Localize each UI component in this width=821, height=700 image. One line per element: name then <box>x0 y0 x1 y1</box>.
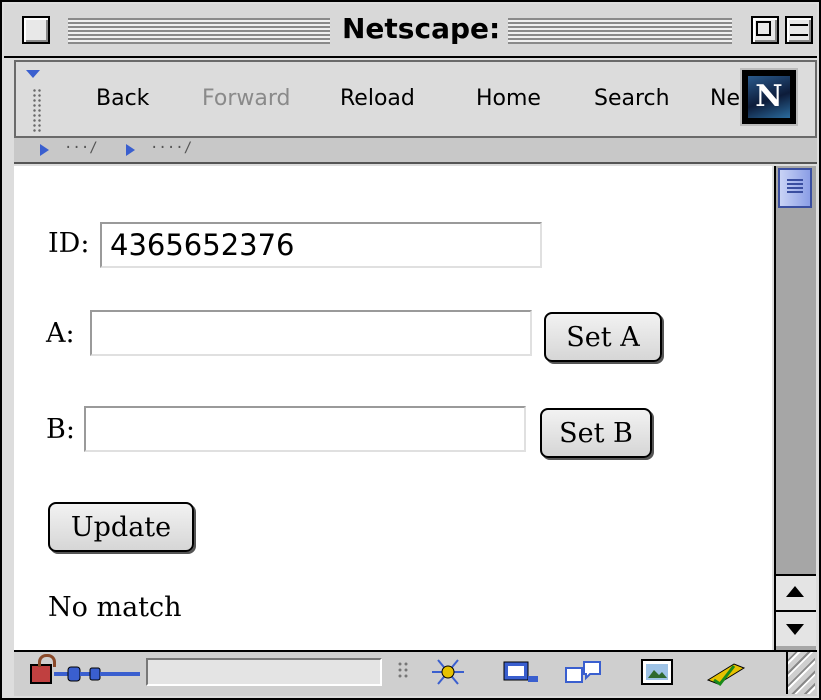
netscape-logo[interactable]: N <box>742 70 796 124</box>
reload-button[interactable]: Reload <box>340 86 415 111</box>
personal-toolbar-tabs: ···/ ····/ <box>14 138 817 164</box>
home-button[interactable]: Home <box>476 86 541 111</box>
netscape-logo-letter: N <box>748 76 790 118</box>
window-title: Netscape: <box>334 12 509 45</box>
composer-icon[interactable] <box>636 658 680 686</box>
title-bar[interactable]: Netscape: <box>4 4 817 58</box>
address-book-icon[interactable] <box>704 658 752 686</box>
grip-icon[interactable] <box>392 658 424 686</box>
title-stripes-left <box>68 18 330 44</box>
a-label: A: <box>46 318 75 349</box>
close-box[interactable] <box>22 16 50 44</box>
title-stripes-right <box>502 18 732 44</box>
set-b-button[interactable]: Set B <box>540 408 652 458</box>
collapse-arrow-icon[interactable] <box>26 70 40 78</box>
a-field[interactable] <box>90 310 532 356</box>
tab-dots-1[interactable]: ···/ <box>64 140 98 156</box>
mail-icon[interactable] <box>498 658 542 686</box>
back-button[interactable]: Back <box>96 86 149 111</box>
navigator-icon[interactable] <box>428 658 472 686</box>
search-button[interactable]: Search <box>594 86 670 111</box>
expand-arrow-icon[interactable] <box>126 144 135 156</box>
zoom-box[interactable] <box>751 16 779 44</box>
progress-field <box>146 658 382 686</box>
netscape-button[interactable]: Ne <box>710 86 740 111</box>
collapse-box[interactable] <box>785 16 813 44</box>
id-field[interactable] <box>100 222 542 268</box>
toolbar-grip[interactable] <box>32 88 42 134</box>
vertical-scrollbar[interactable] <box>774 166 816 650</box>
scroll-up-arrow[interactable] <box>776 574 816 610</box>
plug-icon[interactable] <box>54 666 154 682</box>
b-label: B: <box>46 414 75 445</box>
forward-button[interactable]: Forward <box>202 86 290 111</box>
lock-icon[interactable] <box>30 654 56 684</box>
page-content: ID: A: Set A B: Set B Update No match <box>14 166 772 650</box>
id-label: ID: <box>48 228 90 259</box>
resize-grip-icon[interactable] <box>786 652 815 694</box>
browser-window: Netscape: Back Forward Reload Home Searc… <box>0 0 821 700</box>
navigation-toolbar: Back Forward Reload Home Search Ne N <box>14 60 817 138</box>
scroll-down-arrow[interactable] <box>776 610 816 646</box>
scroll-thumb[interactable] <box>778 168 812 208</box>
discussion-icon[interactable] <box>562 658 606 686</box>
b-field[interactable] <box>84 406 526 452</box>
match-status: No match <box>48 592 182 623</box>
set-a-button[interactable]: Set A <box>544 312 662 362</box>
expand-arrow-icon[interactable] <box>40 144 49 156</box>
update-button[interactable]: Update <box>48 502 194 552</box>
tab-dots-2[interactable]: ····/ <box>150 140 192 156</box>
status-bar <box>14 650 817 696</box>
